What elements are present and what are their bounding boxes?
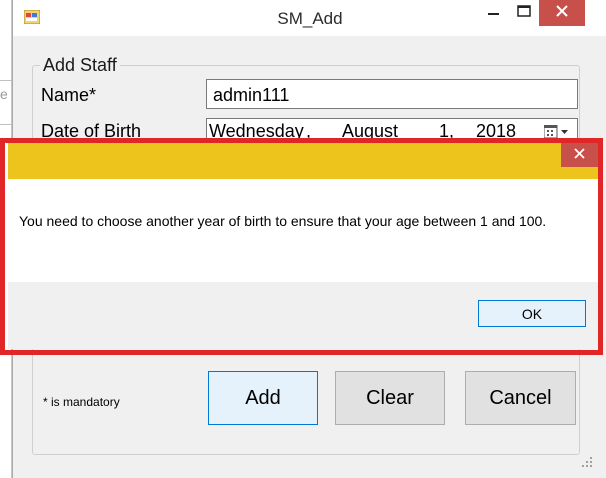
maximize-icon xyxy=(517,4,531,22)
minimize-icon xyxy=(488,4,500,22)
dialog-close-button[interactable] xyxy=(561,143,598,167)
close-icon xyxy=(574,146,585,164)
resize-grip-icon[interactable] xyxy=(581,455,593,467)
minimize-button[interactable] xyxy=(479,0,509,26)
cancel-button[interactable]: Cancel xyxy=(465,371,576,425)
name-input[interactable]: admin111 xyxy=(206,79,578,109)
dialog-message: You need to choose another year of birth… xyxy=(19,213,547,229)
background-divider xyxy=(0,124,12,125)
close-icon xyxy=(556,4,568,22)
close-button[interactable] xyxy=(539,0,585,26)
background-edge-text: e xyxy=(0,86,8,102)
name-label: Name* xyxy=(41,85,97,105)
calendar-dropdown-icon[interactable] xyxy=(543,124,570,139)
dialog-body: You need to choose another year of birth… xyxy=(8,179,598,282)
background-divider xyxy=(0,80,12,81)
dialog-title-bar[interactable] xyxy=(8,143,598,179)
title-bar[interactable]: SM_Add xyxy=(13,0,606,36)
maximize-button[interactable] xyxy=(509,0,539,26)
group-title: Add Staff xyxy=(40,55,120,76)
clear-button[interactable]: Clear xyxy=(335,371,445,425)
mandatory-note: * is mandatory xyxy=(43,395,120,409)
message-dialog: You need to choose another year of birth… xyxy=(8,143,598,349)
add-button[interactable]: Add xyxy=(208,371,318,425)
ok-button[interactable]: OK xyxy=(478,300,586,327)
